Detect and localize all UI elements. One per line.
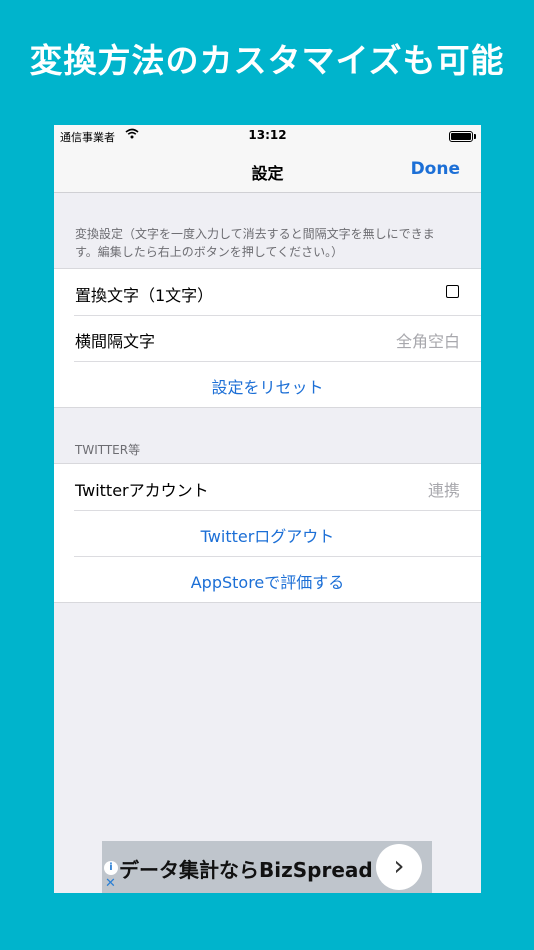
battery-icon (449, 131, 473, 142)
ad-banner[interactable]: i ✕ データ集計ならBizSpread › (102, 841, 432, 893)
row-label: 横間隔文字 (75, 332, 156, 351)
section-header-line-2: す。編集したら右上のボタンを押してください。） (75, 245, 344, 259)
twitter-logout-label: Twitterログアウト (200, 527, 335, 546)
ad-text: データ集計ならBizSpread (119, 858, 373, 882)
twitter-logout-button[interactable]: Twitterログアウト (54, 510, 481, 556)
horizontal-spacing-field[interactable]: 全角空白 (396, 328, 460, 352)
status-time: 13:12 (248, 128, 287, 142)
row-horizontal-spacing[interactable]: 横間隔文字 全角空白 (54, 315, 481, 361)
row-replacement-char[interactable]: 置換文字（1文字） (54, 269, 481, 315)
rate-app-button[interactable]: AppStoreで評価する (54, 556, 481, 602)
row-twitter-account[interactable]: Twitterアカウント 連携 (54, 464, 481, 510)
done-button[interactable]: Done (411, 159, 460, 179)
section-header-twitter: TWITTER等 (75, 443, 141, 457)
rate-app-label: AppStoreで評価する (190, 573, 345, 592)
navigation-bar: 設定 Done (54, 147, 481, 193)
status-bar: 通信事業者 13:12 (54, 125, 481, 147)
section-header-line-1: 変換設定（文字を一度入力して消去すると間隔文字を無しにできま (75, 227, 435, 241)
row-label: 置換文字（1文字） (75, 286, 214, 305)
conversion-settings-group: 置換文字（1文字） 横間隔文字 全角空白 設定をリセット (54, 268, 481, 408)
phone-screen: 通信事業者 13:12 設定 Done 変換設定（文字を一度入力して消去すると間… (54, 125, 481, 893)
section-header-conversion: 変換設定（文字を一度入力して消去すると間隔文字を無しにできま す。編集したら右上… (75, 225, 467, 261)
twitter-link-status: 連携 (427, 481, 460, 500)
twitter-group: Twitterアカウント 連携 Twitterログアウト AppStoreで評価… (54, 463, 481, 603)
battery-cap (474, 134, 476, 139)
reset-settings-label: 設定をリセット (211, 378, 324, 397)
reset-settings-button[interactable]: 設定をリセット (54, 361, 481, 407)
replacement-char-checkbox[interactable] (446, 285, 459, 298)
close-icon[interactable]: ✕ (105, 876, 116, 891)
promo-headline: 変換方法のカスタマイズも可能 (29, 41, 505, 80)
row-label: Twitterアカウント (75, 481, 209, 500)
info-icon[interactable]: i (104, 861, 118, 875)
chevron-right-icon[interactable]: › (376, 844, 422, 890)
